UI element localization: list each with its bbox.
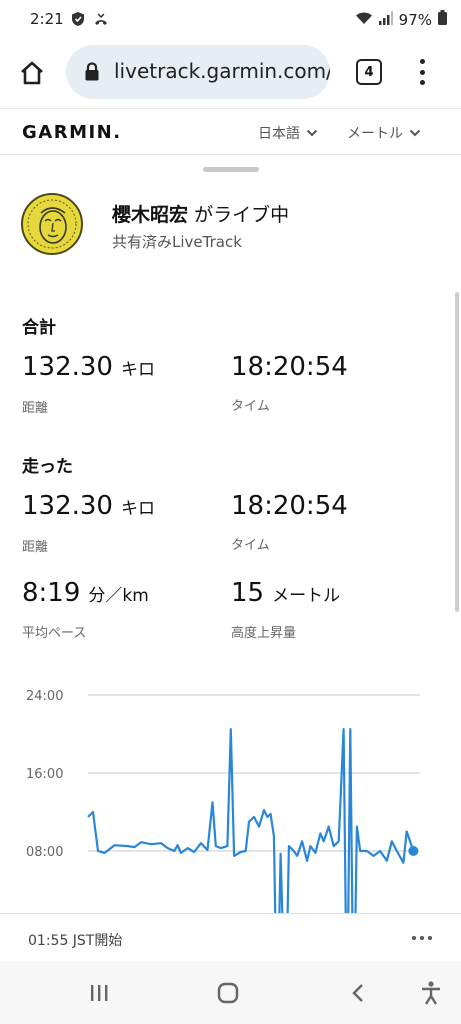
home-button-icon [217,982,239,1004]
avg-pace-value: 8:19 [22,578,81,608]
run-distance-label: 距離 [22,540,49,555]
language-label: 日本語 [258,126,300,142]
run-time-value: 18:20:54 [231,491,348,521]
scrollbar[interactable] [455,292,459,612]
elevation-gain: 15 メートル [231,578,340,608]
total-time-label: タイム [231,399,270,414]
garmin-logo: GARMIN. [22,122,122,143]
user-name: 櫻木昭宏 [112,204,189,226]
site-header: GARMIN. 日本語 メートル [0,108,461,155]
run-distance-value: 132.30 [22,491,113,521]
activity-footer: 01:55 JST開始 [0,913,461,961]
home-button[interactable] [14,55,50,91]
units-label: メートル [347,126,403,142]
run-distance: 132.30 キロ [22,491,155,521]
y-tick-label: 16:00 [26,767,63,782]
system-nav-bar [0,961,461,1024]
back-button[interactable] [343,979,373,1007]
home-nav-button[interactable] [213,979,243,1007]
chevron-down-icon [409,129,421,137]
lock-icon [84,62,100,86]
back-icon [352,984,363,1002]
more-vert-icon[interactable] [414,56,430,88]
status-notification-icons [71,11,109,31]
more-horiz-icon[interactable] [412,936,432,940]
elevation-gain-value: 15 [231,578,265,608]
shield-icon [71,11,85,31]
shared-livetrack-label: 共有済みLiveTrack [112,233,242,251]
tab-switcher-button[interactable]: 4 [356,59,382,85]
battery-percent: 97% [398,10,432,29]
avatar [21,193,83,255]
battery-icon [438,10,447,29]
signal-icon [378,10,393,29]
total-time-value: 18:20:54 [231,352,348,382]
live-status-text: がライブ中 [194,204,290,226]
status-system-icons: 97% [355,10,447,29]
wifi-icon [355,11,373,29]
accessibility-icon [422,981,440,1005]
y-tick-label: 24:00 [26,689,63,704]
current-position-marker [408,846,419,856]
total-distance-unit: キロ [120,360,155,380]
status-time: 2:21 [30,10,64,28]
address-bar[interactable]: livetrack.garmin.com/ [66,45,330,99]
recent-apps-button[interactable] [84,979,114,1007]
status-bar: 2:21 97% [0,0,461,40]
elevation-gain-label: 高度上昇量 [231,626,297,641]
recent-apps-icon [91,985,108,1001]
avg-pace-unit: 分／km [88,586,149,606]
avg-pace-label: 平均ペース [22,626,87,641]
home-icon [21,61,43,85]
sheet-drag-handle[interactable] [203,167,259,172]
run-heading: 走った [22,457,73,477]
units-select[interactable]: メートル [347,123,421,143]
pace-series-line [87,727,415,915]
total-distance-value: 132.30 [22,352,113,382]
url-text: livetrack.garmin.com/ [114,59,330,83]
run-time-label: タイム [231,538,270,553]
live-status-line: 櫻木昭宏 がライブ中 [112,200,289,227]
y-tick-label: 08:00 [26,845,63,860]
total-distance: 132.30 キロ [22,352,155,382]
elevation-gain-unit: メートル [272,586,341,606]
browser-toolbar: livetrack.garmin.com/ 4 [0,40,461,108]
start-time-text: 01:55 JST開始 [28,933,123,949]
missed-call-icon [93,11,109,31]
avg-pace: 8:19 分／km [22,578,149,608]
chevron-down-icon [306,129,318,137]
accessibility-button[interactable] [416,979,446,1007]
total-distance-label: 距離 [22,401,49,416]
totals-heading: 合計 [22,318,56,338]
run-distance-unit: キロ [120,499,155,519]
pace-chart[interactable]: 24:00 16:00 08:00 [0,680,461,915]
language-select[interactable]: 日本語 [258,123,318,143]
